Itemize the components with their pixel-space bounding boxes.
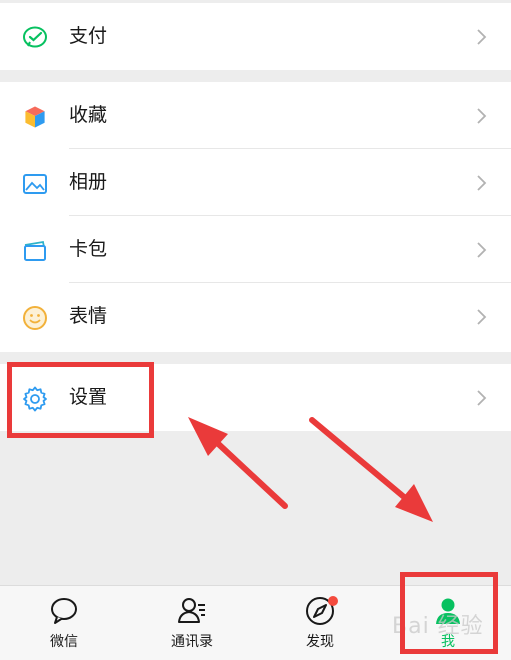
- tab-discover[interactable]: 发现: [256, 586, 384, 660]
- pay-group: 支付: [0, 3, 511, 70]
- tab-label: 通讯录: [171, 634, 213, 650]
- chevron-right-icon: [477, 29, 487, 45]
- annotation-box-settings: [7, 362, 154, 438]
- contacts-icon: [178, 598, 205, 623]
- tab-label: 微信: [50, 634, 78, 650]
- cube-icon: [24, 105, 46, 129]
- chevron-right-icon: [477, 108, 487, 124]
- chevron-right-icon: [477, 390, 487, 406]
- chevron-right-icon: [477, 175, 487, 191]
- chevron-right-icon: [477, 242, 487, 258]
- menu-item-album[interactable]: 相册: [0, 149, 511, 216]
- chevron-right-icon: [477, 309, 487, 325]
- tab-chats[interactable]: 微信: [0, 586, 128, 660]
- smiley-icon: [23, 306, 47, 330]
- menu-item-label: 表情: [69, 305, 108, 327]
- menu-item-pay[interactable]: 支付: [0, 3, 511, 70]
- notification-dot: [328, 596, 338, 606]
- menu-item-label: 收藏: [69, 104, 108, 126]
- annotation-box-me: [400, 572, 498, 654]
- menu-item-label: 卡包: [69, 238, 108, 260]
- chat-bubble-icon: [51, 598, 77, 624]
- menu-item-cards[interactable]: 卡包: [0, 216, 511, 283]
- card-icon: [24, 240, 46, 261]
- picture-icon: [23, 174, 47, 194]
- menu-item-stickers[interactable]: 表情: [0, 283, 511, 350]
- wechat-pay-icon: [23, 26, 47, 48]
- menu-item-label: 支付: [69, 25, 108, 47]
- tab-contacts[interactable]: 通讯录: [128, 586, 256, 660]
- menu-item-label: 相册: [69, 171, 108, 193]
- features-group: 收藏 相册 卡包 表情: [0, 82, 511, 352]
- tab-label: 发现: [306, 634, 334, 650]
- menu-item-favorites[interactable]: 收藏: [0, 82, 511, 149]
